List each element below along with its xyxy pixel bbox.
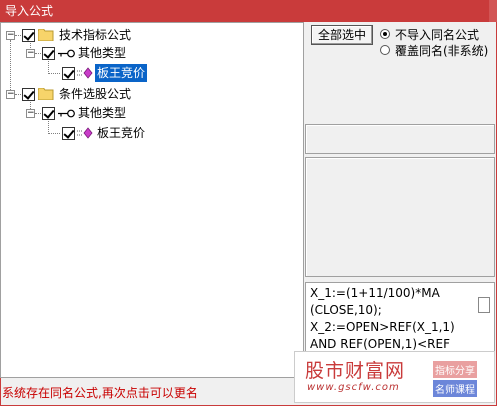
- watermark-logo: 股市财富网: [305, 360, 406, 382]
- code-line: X_1:=(1+11/100)*MA: [310, 286, 440, 300]
- formula-diamond-icon: [77, 67, 93, 79]
- tree-node-label: 条件选股公式: [59, 87, 132, 101]
- status-message: 系统存在同名公式,再次点击可以更名: [2, 386, 198, 400]
- key-icon: [58, 49, 75, 58]
- watermark-tag-course: 名师课程: [433, 380, 477, 397]
- formula-diamond-icon: [77, 127, 93, 139]
- code-line: X_2:=OPEN>REF(X_1,1): [310, 320, 455, 334]
- tree-node-label: 其他类型: [78, 106, 127, 120]
- tree-node-label-selected: 板王竞价: [95, 64, 148, 82]
- info-pane-middle: [305, 157, 495, 277]
- watermark-url: www.gscfw.com: [307, 382, 400, 393]
- tree-node-formula-item[interactable]: 板王竞价: [1, 124, 301, 142]
- tree-checkbox[interactable]: [42, 107, 55, 120]
- tree-node-other-type[interactable]: − 其他类型: [1, 44, 301, 62]
- site-watermark: 股市财富网 www.gscfw.com 指标分享 名师课程: [294, 351, 495, 403]
- tree-node-screening-formula[interactable]: − 条件选股公式: [1, 85, 301, 103]
- tree-checkbox[interactable]: [22, 88, 35, 101]
- code-line: AND REF(OPEN,1)<REF: [310, 337, 450, 351]
- tree-node-label: 其他类型: [78, 46, 127, 60]
- tree-checkbox[interactable]: [22, 29, 35, 42]
- folder-icon: [38, 88, 54, 100]
- scrollbar-thumb[interactable]: [478, 297, 490, 313]
- tree-node-label: 板王竞价: [97, 126, 146, 140]
- watermark-tag-share: 指标分享: [433, 361, 477, 378]
- select-all-button[interactable]: 全部选中: [311, 25, 373, 45]
- radio-skip-duplicates[interactable]: [380, 29, 390, 39]
- code-line: (CLOSE,10);: [310, 303, 382, 317]
- radio-overwrite-label[interactable]: 覆盖同名(非系统): [395, 42, 488, 59]
- key-icon: [58, 109, 75, 118]
- tree-node-other-type[interactable]: − 其他类型: [1, 104, 301, 122]
- tree-node-tech-formula[interactable]: − 技术指标公式: [1, 26, 301, 44]
- folder-icon: [38, 29, 54, 41]
- collapse-icon[interactable]: −: [26, 49, 35, 58]
- tree-checkbox[interactable]: [42, 47, 55, 60]
- tree-node-formula-item[interactable]: 板王竞价: [1, 64, 301, 82]
- window-title: 导入公式: [5, 4, 54, 18]
- radio-overwrite[interactable]: [380, 45, 390, 55]
- tree-node-label: 技术指标公式: [59, 28, 132, 42]
- formula-tree[interactable]: − 技术指标公式 − 其他类型 板王竞价 − 条件选股公式 − 其他类型 板王竞…: [0, 22, 304, 378]
- collapse-icon[interactable]: −: [6, 90, 15, 99]
- radio-skip-label[interactable]: 不导入同名公式: [395, 26, 479, 43]
- tree-checkbox[interactable]: [62, 127, 75, 140]
- titlebar-edge: [489, 0, 497, 22]
- collapse-icon[interactable]: −: [6, 31, 15, 40]
- title-bar: 导入公式: [0, 0, 497, 22]
- collapse-icon[interactable]: −: [26, 109, 35, 118]
- tree-checkbox[interactable]: [62, 67, 75, 80]
- info-pane-top: [305, 124, 495, 154]
